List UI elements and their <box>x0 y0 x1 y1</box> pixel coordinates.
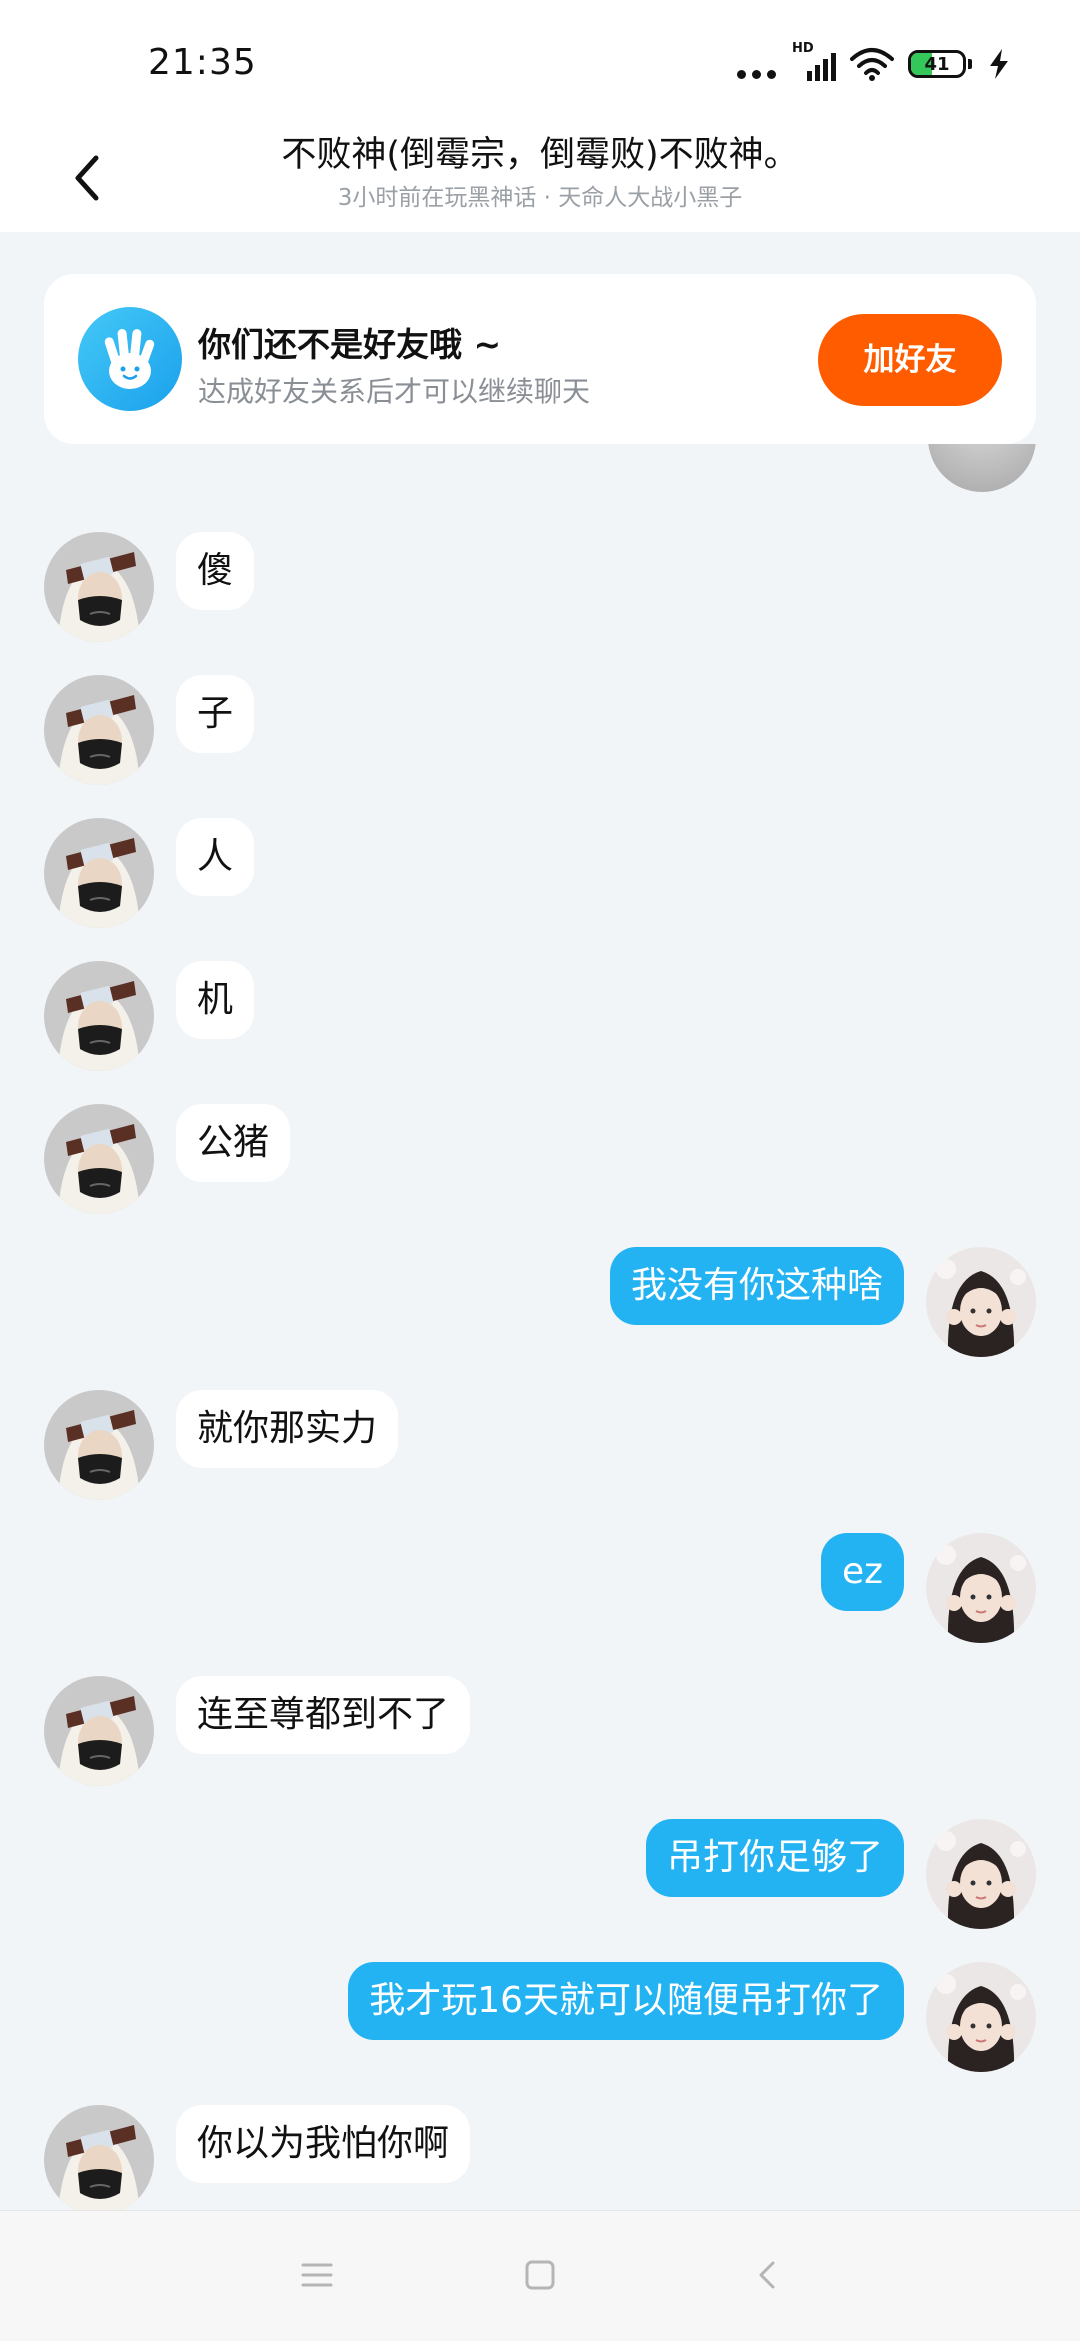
signal-icon: HD <box>790 41 836 81</box>
chat-title[interactable]: 不败神(倒霉宗，倒霉败)不败神。 <box>140 126 940 177</box>
message-bubble[interactable]: 吊打你足够了 <box>645 1819 904 1897</box>
incoming-message-row: 傻 <box>0 532 1080 642</box>
message-bubble[interactable]: ez <box>820 1533 904 1611</box>
waving-hand-icon <box>78 307 182 411</box>
incoming-message-row: 你以为我怕你啊 <box>0 2105 1080 2210</box>
system-back-button[interactable] <box>748 2255 788 2295</box>
chat-header: 不败神(倒霉宗，倒霉败)不败神。 3小时前在玩黑神话 · 天命人大战小黑子 <box>0 120 1080 232</box>
add-friend-button[interactable]: 加好友 <box>818 314 1002 406</box>
message-bubble[interactable]: 你以为我怕你啊 <box>176 2105 471 2183</box>
incoming-message-row: 机 <box>0 961 1080 1071</box>
charging-icon <box>990 49 1008 79</box>
battery-text: 41 <box>924 53 950 75</box>
home-button[interactable] <box>520 2255 560 2295</box>
card-subtitle: 达成好友关系后才可以继续聊天 <box>198 375 591 408</box>
card-title: 你们还不是好友哦 ~ <box>198 325 502 364</box>
not-friends-card: 你们还不是好友哦 ~ 达成好友关系后才可以继续聊天 加好友 <box>44 274 1036 444</box>
outgoing-message-row: 我才玩16天就可以随便吊打你了 <box>0 1962 1080 2072</box>
status-time: 21:35 <box>148 42 257 83</box>
menu-button[interactable] <box>297 2255 337 2295</box>
more-dots-icon <box>737 49 776 79</box>
message-bubble[interactable]: 就你那实力 <box>176 1390 399 1468</box>
incoming-message-row: 子 <box>0 675 1080 785</box>
incoming-message-row: 就你那实力 <box>0 1390 1080 1500</box>
back-triangle-icon <box>759 2261 775 2289</box>
my-avatar[interactable] <box>926 1819 1036 1929</box>
outgoing-message-row: 吊打你足够了 <box>0 1819 1080 1929</box>
my-avatar[interactable] <box>926 1962 1036 2072</box>
contact-avatar[interactable] <box>44 1676 154 1786</box>
contact-avatar[interactable] <box>44 675 154 785</box>
chat-list[interactable]: 傻子人机公猪我没有你这种啥就你那实力 ez 连至尊都到不了吊打你足够了我才玩16天就… <box>0 444 1080 2210</box>
status-bar: 21:35 HD 41 <box>0 0 1080 120</box>
message-bubble[interactable]: 傻 <box>176 532 255 610</box>
contact-avatar[interactable] <box>44 1390 154 1500</box>
my-avatar[interactable] <box>926 1533 1036 1643</box>
message-bubble[interactable]: 人 <box>176 818 255 896</box>
incoming-message-row: 连至尊都到不了 <box>0 1676 1080 1786</box>
message-bubble[interactable]: 公猪 <box>176 1104 291 1182</box>
incoming-message-row: 公猪 <box>0 1104 1080 1214</box>
message-bubble[interactable]: 机 <box>176 961 255 1039</box>
outgoing-message-row: ez <box>0 1533 1080 1643</box>
message-bubble[interactable]: 连至尊都到不了 <box>176 1676 471 1754</box>
contact-avatar[interactable] <box>44 532 154 642</box>
incoming-message-row: 人 <box>0 818 1080 928</box>
chevron-left-icon <box>75 155 99 201</box>
message-bubble[interactable]: 我才玩16天就可以随便吊打你了 <box>348 1962 904 2040</box>
my-avatar[interactable] <box>926 1247 1036 1357</box>
wifi-icon <box>850 48 894 81</box>
contact-avatar[interactable] <box>44 1104 154 1214</box>
home-square-icon <box>525 2260 555 2290</box>
battery-icon: 41 <box>908 50 966 78</box>
contact-avatar[interactable] <box>44 961 154 1071</box>
menu-icon <box>301 2263 333 2287</box>
contact-avatar[interactable] <box>44 818 154 928</box>
back-button[interactable] <box>58 136 118 216</box>
system-nav-bar <box>0 2210 1080 2341</box>
contact-avatar[interactable] <box>44 2105 154 2210</box>
chat-subtitle: 3小时前在玩黑神话 · 天命人大战小黑子 <box>337 185 743 211</box>
status-icons: HD 41 <box>737 41 1012 82</box>
message-bubble[interactable]: 子 <box>176 675 255 753</box>
message-bubble[interactable]: 我没有你这种啥 <box>609 1247 904 1325</box>
avatar[interactable] <box>928 444 1036 492</box>
outgoing-message-row: 我没有你这种啥 <box>0 1247 1080 1357</box>
